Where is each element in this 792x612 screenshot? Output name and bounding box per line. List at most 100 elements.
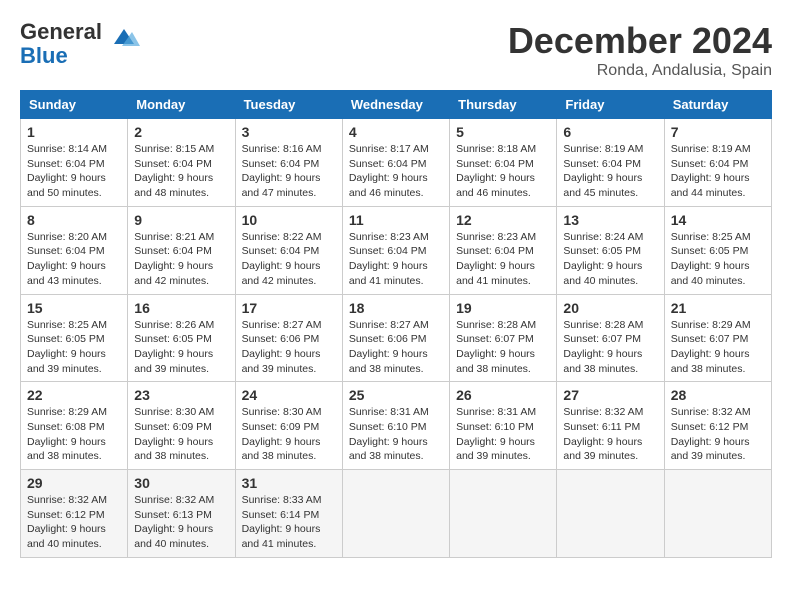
calendar-cell: 21 Sunrise: 8:29 AM Sunset: 6:07 PM Dayli… (664, 294, 771, 382)
day-number: 14 (671, 212, 765, 228)
day-number: 30 (134, 475, 228, 491)
day-info: Sunrise: 8:32 AM Sunset: 6:12 PM Dayligh… (671, 405, 765, 464)
day-info: Sunrise: 8:16 AM Sunset: 6:04 PM Dayligh… (242, 142, 336, 201)
calendar-cell: 28 Sunrise: 8:32 AM Sunset: 6:12 PM Dayli… (664, 382, 771, 470)
day-info: Sunrise: 8:31 AM Sunset: 6:10 PM Dayligh… (456, 405, 550, 464)
day-info: Sunrise: 8:32 AM Sunset: 6:11 PM Dayligh… (563, 405, 657, 464)
day-info: Sunrise: 8:33 AM Sunset: 6:14 PM Dayligh… (242, 493, 336, 552)
calendar-cell: 30 Sunrise: 8:32 AM Sunset: 6:13 PM Dayli… (128, 470, 235, 558)
calendar-cell: 12 Sunrise: 8:23 AM Sunset: 6:04 PM Dayli… (450, 206, 557, 294)
month-title: December 2024 (508, 20, 772, 62)
calendar-body: 1 Sunrise: 8:14 AM Sunset: 6:04 PM Daylig… (21, 119, 772, 558)
calendar-header-sunday: Sunday (21, 91, 128, 119)
calendar-week-row: 8 Sunrise: 8:20 AM Sunset: 6:04 PM Daylig… (21, 206, 772, 294)
calendar-cell: 14 Sunrise: 8:25 AM Sunset: 6:05 PM Dayli… (664, 206, 771, 294)
day-number: 20 (563, 300, 657, 316)
day-info: Sunrise: 8:15 AM Sunset: 6:04 PM Dayligh… (134, 142, 228, 201)
day-info: Sunrise: 8:30 AM Sunset: 6:09 PM Dayligh… (242, 405, 336, 464)
day-number: 26 (456, 387, 550, 403)
calendar-header-wednesday: Wednesday (342, 91, 449, 119)
day-info: Sunrise: 8:24 AM Sunset: 6:05 PM Dayligh… (563, 230, 657, 289)
day-number: 31 (242, 475, 336, 491)
day-info: Sunrise: 8:25 AM Sunset: 6:05 PM Dayligh… (671, 230, 765, 289)
logo-text: General Blue (20, 20, 102, 68)
calendar-cell: 16 Sunrise: 8:26 AM Sunset: 6:05 PM Dayli… (128, 294, 235, 382)
calendar-cell: 11 Sunrise: 8:23 AM Sunset: 6:04 PM Dayli… (342, 206, 449, 294)
calendar-header-monday: Monday (128, 91, 235, 119)
day-info: Sunrise: 8:28 AM Sunset: 6:07 PM Dayligh… (563, 318, 657, 377)
day-info: Sunrise: 8:22 AM Sunset: 6:04 PM Dayligh… (242, 230, 336, 289)
calendar-cell: 7Sunrise: 8:19 AM Sunset: 6:04 PM Daylig… (664, 119, 771, 207)
day-number: 11 (349, 212, 443, 228)
calendar-cell: 15 Sunrise: 8:25 AM Sunset: 6:05 PM Dayli… (21, 294, 128, 382)
day-number: 5 (456, 124, 550, 140)
calendar-cell (664, 470, 771, 558)
day-number: 21 (671, 300, 765, 316)
logo: General Blue (20, 20, 140, 68)
calendar-cell: 17 Sunrise: 8:27 AM Sunset: 6:06 PM Dayli… (235, 294, 342, 382)
calendar-table: SundayMondayTuesdayWednesdayThursdayFrid… (20, 90, 772, 558)
day-info: Sunrise: 8:31 AM Sunset: 6:10 PM Dayligh… (349, 405, 443, 464)
calendar-cell: 2 Sunrise: 8:15 AM Sunset: 6:04 PM Daylig… (128, 119, 235, 207)
calendar-cell: 29Sunrise: 8:32 AM Sunset: 6:12 PM Dayli… (21, 470, 128, 558)
day-info: Sunrise: 8:27 AM Sunset: 6:06 PM Dayligh… (349, 318, 443, 377)
day-number: 16 (134, 300, 228, 316)
calendar-header-row: SundayMondayTuesdayWednesdayThursdayFrid… (21, 91, 772, 119)
calendar-cell: 23Sunrise: 8:30 AM Sunset: 6:09 PM Dayli… (128, 382, 235, 470)
day-number: 10 (242, 212, 336, 228)
day-info: Sunrise: 8:23 AM Sunset: 6:04 PM Dayligh… (456, 230, 550, 289)
day-info: Sunrise: 8:21 AM Sunset: 6:04 PM Dayligh… (134, 230, 228, 289)
calendar-week-row: 29Sunrise: 8:32 AM Sunset: 6:12 PM Dayli… (21, 470, 772, 558)
calendar-week-row: 22 Sunrise: 8:29 AM Sunset: 6:08 PM Dayli… (21, 382, 772, 470)
day-number: 4 (349, 124, 443, 140)
day-number: 18 (349, 300, 443, 316)
calendar-cell: 19Sunrise: 8:28 AM Sunset: 6:07 PM Dayli… (450, 294, 557, 382)
day-number: 8 (27, 212, 121, 228)
page-header: General Blue December 2024 Ronda, Andalu… (20, 20, 772, 80)
calendar-header-thursday: Thursday (450, 91, 557, 119)
day-info: Sunrise: 8:26 AM Sunset: 6:05 PM Dayligh… (134, 318, 228, 377)
day-info: Sunrise: 8:23 AM Sunset: 6:04 PM Dayligh… (349, 230, 443, 289)
calendar-cell: 3 Sunrise: 8:16 AM Sunset: 6:04 PM Daylig… (235, 119, 342, 207)
calendar-cell (342, 470, 449, 558)
calendar-cell: 8 Sunrise: 8:20 AM Sunset: 6:04 PM Daylig… (21, 206, 128, 294)
calendar-cell (450, 470, 557, 558)
calendar-cell: 24 Sunrise: 8:30 AM Sunset: 6:09 PM Dayli… (235, 382, 342, 470)
calendar-cell (557, 470, 664, 558)
day-info: Sunrise: 8:20 AM Sunset: 6:04 PM Dayligh… (27, 230, 121, 289)
day-number: 1 (27, 124, 121, 140)
day-number: 12 (456, 212, 550, 228)
calendar-header-tuesday: Tuesday (235, 91, 342, 119)
calendar-week-row: 15 Sunrise: 8:25 AM Sunset: 6:05 PM Dayli… (21, 294, 772, 382)
calendar-cell: 4Sunrise: 8:17 AM Sunset: 6:04 PM Daylig… (342, 119, 449, 207)
calendar-cell: 22 Sunrise: 8:29 AM Sunset: 6:08 PM Dayli… (21, 382, 128, 470)
day-number: 13 (563, 212, 657, 228)
calendar-cell: 1 Sunrise: 8:14 AM Sunset: 6:04 PM Daylig… (21, 119, 128, 207)
calendar-cell: 13 Sunrise: 8:24 AM Sunset: 6:05 PM Dayli… (557, 206, 664, 294)
day-info: Sunrise: 8:32 AM Sunset: 6:13 PM Dayligh… (134, 493, 228, 552)
day-info: Sunrise: 8:18 AM Sunset: 6:04 PM Dayligh… (456, 142, 550, 201)
day-number: 25 (349, 387, 443, 403)
day-number: 24 (242, 387, 336, 403)
calendar-cell: 20 Sunrise: 8:28 AM Sunset: 6:07 PM Dayli… (557, 294, 664, 382)
calendar-cell: 26 Sunrise: 8:31 AM Sunset: 6:10 PM Dayli… (450, 382, 557, 470)
day-info: Sunrise: 8:29 AM Sunset: 6:08 PM Dayligh… (27, 405, 121, 464)
title-block: December 2024 Ronda, Andalusia, Spain (508, 20, 772, 80)
day-number: 15 (27, 300, 121, 316)
calendar-header-friday: Friday (557, 91, 664, 119)
day-number: 3 (242, 124, 336, 140)
day-number: 29 (27, 475, 121, 491)
day-info: Sunrise: 8:14 AM Sunset: 6:04 PM Dayligh… (27, 142, 121, 201)
day-number: 28 (671, 387, 765, 403)
day-info: Sunrise: 8:30 AM Sunset: 6:09 PM Dayligh… (134, 405, 228, 464)
day-info: Sunrise: 8:29 AM Sunset: 6:07 PM Dayligh… (671, 318, 765, 377)
day-number: 9 (134, 212, 228, 228)
day-number: 2 (134, 124, 228, 140)
calendar-cell: 6Sunrise: 8:19 AM Sunset: 6:04 PM Daylig… (557, 119, 664, 207)
calendar-cell: 31 Sunrise: 8:33 AM Sunset: 6:14 PM Dayli… (235, 470, 342, 558)
day-info: Sunrise: 8:19 AM Sunset: 6:04 PM Dayligh… (563, 142, 657, 201)
day-number: 22 (27, 387, 121, 403)
day-info: Sunrise: 8:27 AM Sunset: 6:06 PM Dayligh… (242, 318, 336, 377)
day-number: 17 (242, 300, 336, 316)
day-info: Sunrise: 8:25 AM Sunset: 6:05 PM Dayligh… (27, 318, 121, 377)
